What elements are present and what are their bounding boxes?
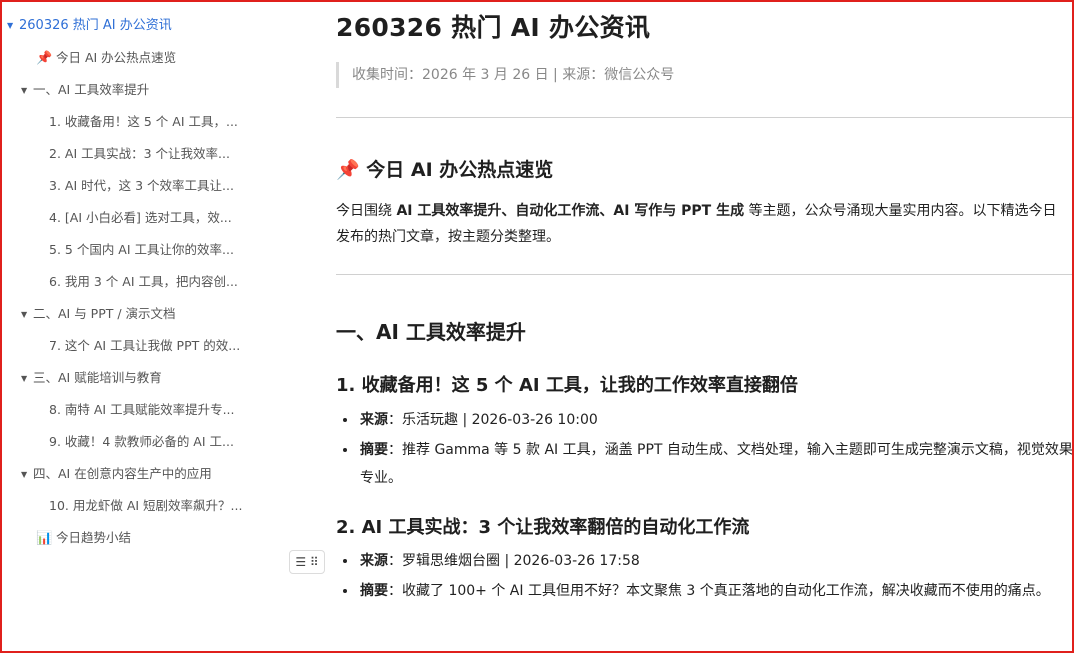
pin-icon: 📌 bbox=[36, 51, 53, 66]
article-title-1: 1. 收藏备用！这 5 个 AI 工具，让我的工作效率直接翻倍 bbox=[336, 375, 798, 396]
list-item: 来源：罗辑思维烟台圈 | 2026-03-26 17:58 bbox=[358, 547, 1072, 575]
intro-paragraph: 今日围绕 AI 工具效率提升、自动化工作流、AI 写作与 PPT 生成 等主题，… bbox=[336, 203, 1057, 245]
toc-item-article-10[interactable]: 10. 用龙虾做 AI 短剧效率飙升？... bbox=[49, 498, 242, 514]
app-window: ▼ 260326 热门 AI 办公资讯 📌 今日 AI 办公热点速览 ▼ 一、AI 工… bbox=[0, 0, 1074, 653]
article-meta-1: 来源：乐活玩趣 | 2026-03-26 10:00 摘要：推荐 Gamma 等… bbox=[336, 406, 1072, 494]
list-item: 来源：乐活玩趣 | 2026-03-26 10:00 bbox=[358, 406, 1072, 434]
divider bbox=[336, 117, 1072, 118]
caret-down-icon[interactable]: ▼ bbox=[21, 83, 33, 99]
meta-quote: 收集时间：2026 年 3 月 26 日 | 来源：微信公众号 bbox=[336, 62, 674, 88]
toc-item-article-3[interactable]: 3. AI 时代，这 3 个效率工具让... bbox=[49, 178, 234, 194]
toc-item-summary[interactable]: 📊 今日趋势小结 bbox=[36, 530, 131, 547]
toc-item-article-4[interactable]: 4. [AI 小白必看] 选对工具，效... bbox=[49, 210, 232, 226]
divider bbox=[336, 274, 1072, 275]
toc-item-article-8[interactable]: 8. 南特 AI 工具赋能效率提升专... bbox=[49, 402, 235, 418]
toc-item-section-1[interactable]: ▼ 一、AI 工具效率提升 bbox=[21, 82, 149, 99]
caret-down-icon[interactable]: ▼ bbox=[21, 467, 33, 483]
toc-item-article-1[interactable]: 1. 收藏备用！这 5 个 AI 工具，... bbox=[49, 114, 238, 130]
pin-icon: 📌 bbox=[336, 159, 360, 181]
toc-item-section-4[interactable]: ▼ 四、AI 在创意内容生产中的应用 bbox=[21, 466, 212, 483]
article-meta-2: 来源：罗辑思维烟台圈 | 2026-03-26 17:58 摘要：收藏了 100… bbox=[336, 547, 1072, 607]
caret-down-icon[interactable]: ▼ bbox=[7, 18, 19, 34]
toc-item-article-5[interactable]: 5. 5 个国内 AI 工具让你的效率... bbox=[49, 242, 234, 258]
toc-item-article-6[interactable]: 6. 我用 3 个 AI 工具，把内容创... bbox=[49, 274, 238, 290]
article-title-2: 2. AI 工具实战：3 个让我效率翻倍的自动化工作流 bbox=[336, 517, 750, 538]
page-title: 260326 热门 AI 办公资讯 bbox=[336, 13, 651, 42]
toc-item-article-7[interactable]: 7. 这个 AI 工具让我做 PPT 的效... bbox=[49, 338, 240, 354]
toc-item-hot[interactable]: 📌 今日 AI 办公热点速览 bbox=[36, 50, 176, 67]
list-item: 摘要：收藏了 100+ 个 AI 工具但用不好？本文聚焦 3 个真正落地的自动化… bbox=[358, 577, 1072, 605]
heading-section-1: 一、AI 工具效率提升 bbox=[336, 320, 526, 344]
toc-item-article-9[interactable]: 9. 收藏！4 款教师必备的 AI 工... bbox=[49, 434, 234, 450]
bar-chart-icon: 📊 bbox=[36, 531, 53, 546]
list-drag-icon: ☰ ⠿ bbox=[295, 555, 319, 569]
caret-down-icon[interactable]: ▼ bbox=[21, 371, 33, 387]
toc-root[interactable]: ▼ 260326 热门 AI 办公资讯 bbox=[7, 18, 172, 34]
document-body: 260326 热门 AI 办公资讯 收集时间：2026 年 3 月 26 日 |… bbox=[336, 2, 1072, 651]
toc-item-article-2[interactable]: 2. AI 工具实战：3 个让我效率... bbox=[49, 146, 230, 162]
caret-down-icon[interactable]: ▼ bbox=[21, 307, 33, 323]
list-item: 摘要：推荐 Gamma 等 5 款 AI 工具，涵盖 PPT 自动生成、文档处理… bbox=[358, 436, 1072, 492]
toc-item-section-2[interactable]: ▼ 二、AI 与 PPT / 演示文档 bbox=[21, 306, 176, 323]
toc-sidebar: ▼ 260326 热门 AI 办公资讯 📌 今日 AI 办公热点速览 ▼ 一、AI 工… bbox=[2, 2, 325, 651]
toc-item-section-3[interactable]: ▼ 三、AI 赋能培训与教育 bbox=[21, 370, 162, 387]
toc-toggle-button[interactable]: ☰ ⠿ bbox=[289, 550, 325, 574]
heading-hot: 📌 今日 AI 办公热点速览 bbox=[336, 159, 554, 181]
